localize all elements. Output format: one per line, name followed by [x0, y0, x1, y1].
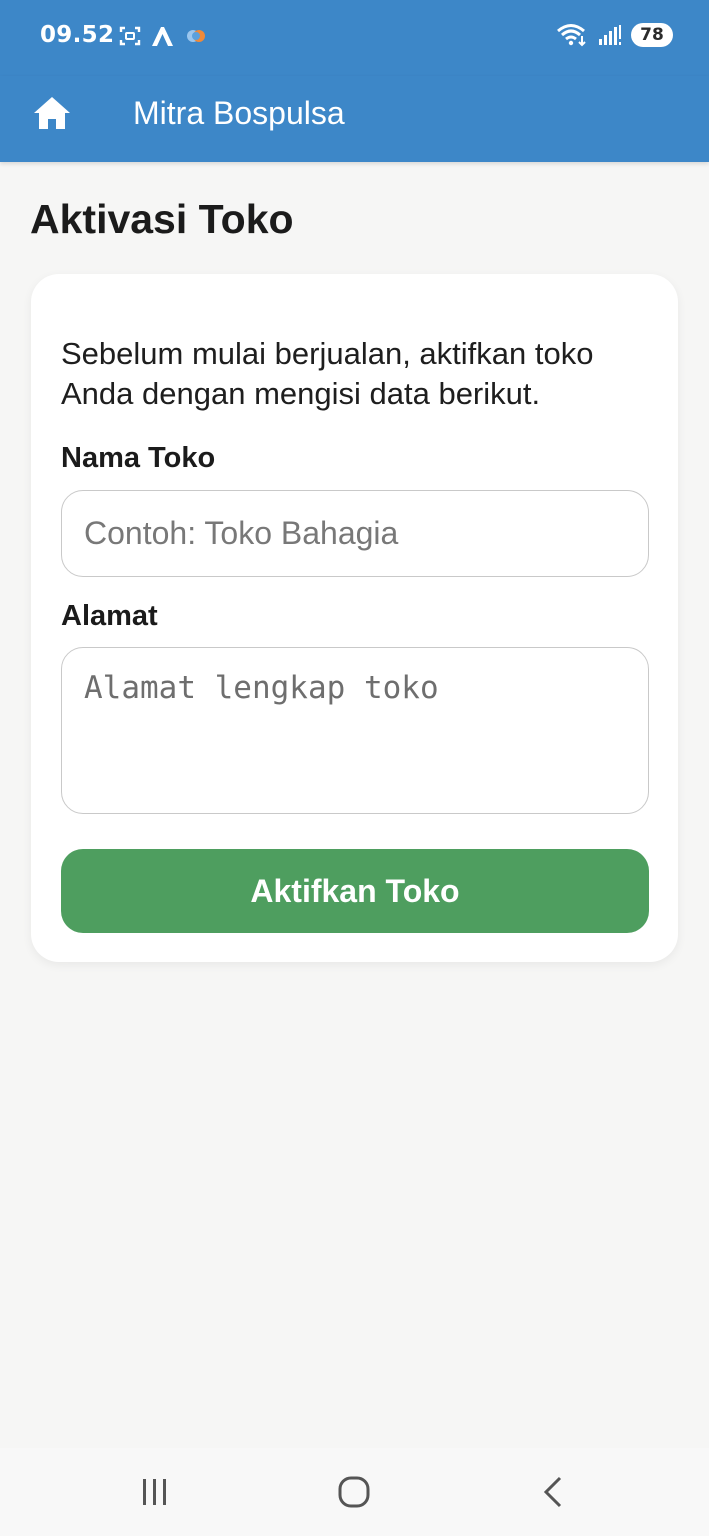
page-title: Aktivasi Toko — [30, 196, 294, 242]
signal-icon — [599, 25, 621, 45]
home-button[interactable] — [30, 93, 74, 133]
screenshot-icon — [119, 26, 141, 46]
recent-apps-button[interactable] — [130, 1470, 180, 1514]
battery-indicator: 78 — [631, 23, 673, 47]
status-icons-left — [118, 24, 208, 48]
cloud-icon — [187, 30, 205, 42]
home-nav-button[interactable] — [329, 1470, 379, 1514]
aktifkan-toko-button[interactable]: Aktifkan Toko — [61, 849, 649, 933]
home-circle-icon — [338, 1476, 370, 1508]
back-nav-button[interactable] — [528, 1470, 578, 1514]
app-title: Mitra Bospulsa — [133, 95, 345, 131]
app-logo-icon — [152, 27, 173, 46]
recent-apps-icon — [143, 1479, 166, 1505]
status-time: 09.52 — [40, 22, 115, 48]
alamat-label: Alamat — [61, 600, 158, 632]
home-icon — [34, 97, 70, 129]
back-icon — [543, 1476, 562, 1508]
status-icons-right: 78 — [555, 22, 673, 48]
app-bar: Mitra Bospulsa — [0, 76, 709, 162]
alamat-input[interactable] — [61, 647, 649, 814]
wifi-icon — [557, 24, 586, 47]
status-bar: 09.52 78 — [0, 0, 709, 76]
system-nav-bar — [0, 1448, 709, 1536]
activation-form-card: Sebelum mulai berjualan, aktifkan toko A… — [31, 274, 678, 962]
form-intro-text: Sebelum mulai berjualan, aktifkan toko A… — [61, 336, 594, 411]
nama-toko-label: Nama Toko — [61, 442, 216, 474]
nama-toko-input[interactable] — [61, 490, 649, 577]
